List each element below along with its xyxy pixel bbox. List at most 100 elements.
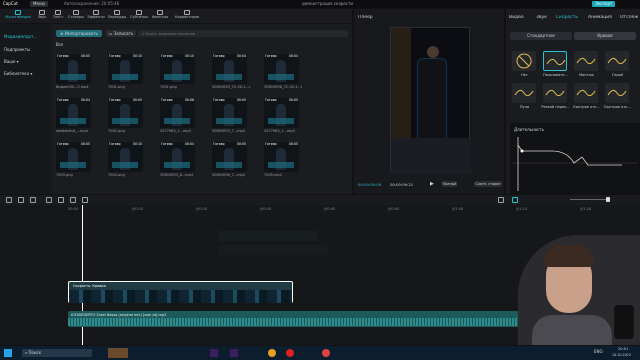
media-thumbnail[interactable]: Готово 00:10 bbox=[108, 54, 143, 84]
taskbar-time[interactable]: 20:01 bbox=[618, 347, 628, 352]
tab-stickers[interactable]: Стикеры bbox=[66, 10, 86, 22]
tab-tracking[interactable]: Отслеж bbox=[620, 15, 638, 21]
speed-preset-3[interactable] bbox=[605, 51, 629, 71]
tab-text[interactable]: Текст bbox=[50, 10, 66, 22]
audio-clip[interactable]: ICESSEDERTO Zvert Bassa (original mix) [… bbox=[68, 311, 528, 327]
after-effects-icon[interactable] bbox=[210, 349, 218, 357]
media-thumbnail[interactable]: Готово 00:10 bbox=[108, 142, 143, 172]
filter-all[interactable]: Все bbox=[56, 42, 63, 48]
inspector-panel: Видео Звук Скорость Анимация Отслеж Стан… bbox=[506, 9, 640, 194]
media-thumbnail[interactable]: Готово 00:04 bbox=[56, 98, 91, 128]
speed-preset-2[interactable] bbox=[574, 51, 598, 71]
zoom-slider[interactable] bbox=[570, 199, 610, 200]
speed-preset-4[interactable] bbox=[512, 83, 536, 103]
media-duration: 00:06 bbox=[184, 98, 194, 102]
speed-preset-6[interactable] bbox=[574, 83, 598, 103]
magnet-icon[interactable] bbox=[498, 197, 504, 203]
tab-filters[interactable]: Фильтры bbox=[150, 10, 170, 22]
media-sidebar: Медиаимпорт... Подпроекты Ваше ▾ Библиот… bbox=[0, 24, 52, 194]
tab-sound[interactable]: Звук bbox=[536, 15, 547, 21]
sidebar-item-import[interactable]: Медиаимпорт... bbox=[4, 34, 48, 40]
audio-waveform bbox=[68, 318, 528, 326]
record-button[interactable]: ▭ Записать bbox=[106, 30, 136, 37]
title-bar: CapCut Меню Автосохранение: 20:05:46 дем… bbox=[0, 0, 640, 8]
tab-media[interactable]: Мультимедиа bbox=[2, 10, 34, 22]
media-thumbnail[interactable]: Готово 00:04 bbox=[160, 142, 195, 172]
media-thumbnail[interactable]: Готово 00:05 bbox=[212, 98, 247, 128]
split-left-icon[interactable] bbox=[58, 197, 64, 203]
tab-video[interactable]: Видео bbox=[509, 15, 524, 21]
curve-editor[interactable]: Длительность bbox=[510, 123, 640, 194]
speed-preset-5[interactable] bbox=[543, 83, 567, 103]
media-thumbnail[interactable]: Готово 00:05 bbox=[212, 142, 247, 172]
menu-button[interactable]: Меню bbox=[30, 1, 48, 7]
taskbar-weather-icon[interactable] bbox=[108, 348, 128, 358]
media-thumbnail[interactable]: Готово 00:05 bbox=[264, 98, 299, 128]
windows-start-icon[interactable] bbox=[4, 349, 12, 357]
sidebar-item-yours[interactable]: Ваше ▾ bbox=[4, 59, 48, 65]
speed-preset-1[interactable] bbox=[543, 51, 567, 71]
speed-preset-0[interactable] bbox=[512, 51, 536, 71]
tab-adjust[interactable]: Корректиров bbox=[170, 10, 204, 22]
video-preview[interactable] bbox=[390, 27, 471, 174]
media-filename: 30603096_7C-00-1...mp4 bbox=[264, 85, 302, 89]
yandex-icon[interactable] bbox=[286, 349, 294, 357]
ready-badge: Готово bbox=[265, 98, 277, 102]
media-thumbnail[interactable]: Готово 00:06 bbox=[160, 98, 195, 128]
speed-preset-7[interactable] bbox=[605, 83, 629, 103]
media-panel: ⊕ Импортировать ▭ Записать ⌕ Поиск медиа… bbox=[52, 24, 352, 194]
taskbar-lang[interactable]: ENG bbox=[594, 349, 603, 355]
tab-effects[interactable]: Эффекты bbox=[86, 10, 106, 22]
taskbar-search[interactable]: ⌕ Поиск bbox=[22, 349, 92, 357]
speed-preset-label: Пользовате... bbox=[543, 73, 568, 77]
taskbar-date[interactable]: 10.10.2023 bbox=[612, 353, 631, 358]
search-input[interactable]: ⌕ Поиск медиаматериалов bbox=[138, 30, 348, 37]
subtab-standard[interactable]: Стандартное bbox=[510, 32, 572, 40]
speed-preset-curve-icon bbox=[516, 53, 532, 69]
zoom-handle[interactable] bbox=[606, 197, 610, 202]
full-quality-button[interactable]: Полный bbox=[442, 181, 457, 187]
media-thumbnail[interactable]: Готово 00:05 bbox=[108, 98, 143, 128]
media-filename: 30603093_7C-00-1...mp4 bbox=[212, 85, 250, 89]
redo-icon[interactable] bbox=[30, 197, 36, 203]
thumbnail-glow bbox=[216, 162, 242, 168]
import-button[interactable]: ⊕ Импортировать bbox=[56, 30, 102, 37]
ready-badge: Готово bbox=[213, 54, 225, 58]
premiere-icon[interactable] bbox=[230, 349, 238, 357]
undo-icon[interactable] bbox=[18, 197, 24, 203]
youtube-icon[interactable] bbox=[322, 349, 330, 357]
media-filename: Видео000...0.mp4 bbox=[56, 85, 89, 89]
play-icon[interactable]: ▶ bbox=[430, 181, 438, 187]
split-right-icon[interactable] bbox=[70, 197, 76, 203]
link-icon[interactable] bbox=[512, 197, 518, 203]
media-thumbnail[interactable]: Готово 00:05 bbox=[56, 54, 91, 84]
tab-transitions[interactable]: Переходы bbox=[106, 10, 128, 22]
media-thumbnail[interactable]: Готово 00:04 bbox=[264, 54, 299, 84]
media-thumbnail[interactable]: Готово 00:05 bbox=[264, 142, 299, 172]
delete-icon[interactable] bbox=[82, 197, 88, 203]
split-icon[interactable] bbox=[46, 197, 52, 203]
media-duration: 00:05 bbox=[236, 142, 246, 146]
aspect-ratio-button[interactable]: Соотн. сторон bbox=[474, 181, 502, 187]
media-duration: 00:10 bbox=[132, 54, 142, 58]
sidebar-item-library[interactable]: Библиотека ▾ bbox=[4, 71, 48, 77]
thumbnail-glow bbox=[164, 74, 190, 80]
media-thumbnail[interactable]: Готово 00:04 bbox=[212, 54, 247, 84]
tab-speed[interactable]: Скорость bbox=[556, 15, 578, 21]
export-button[interactable]: Экспорт bbox=[592, 1, 616, 7]
sidebar-item-subprojects[interactable]: Подпроекты bbox=[4, 47, 30, 53]
subtab-curve[interactable]: Кривая bbox=[574, 32, 636, 40]
tab-subtitles[interactable]: Субтитры bbox=[128, 10, 150, 22]
media-thumbnail[interactable]: Готово 00:05 bbox=[56, 142, 91, 172]
media-thumbnail[interactable]: Готово 00:10 bbox=[160, 54, 195, 84]
ready-badge: Готово bbox=[161, 54, 173, 58]
chrome-icon[interactable] bbox=[268, 349, 276, 357]
ruler-tick: |01:20 bbox=[580, 207, 592, 211]
speed-curve-graph[interactable] bbox=[512, 137, 638, 191]
tab-animation[interactable]: Анимация bbox=[588, 15, 612, 21]
speed-preset-label: Герой bbox=[612, 73, 623, 77]
select-tool-icon[interactable] bbox=[6, 197, 12, 203]
video-clip[interactable]: Скорость: Кривая bbox=[68, 281, 293, 303]
tab-audio[interactable]: Звук bbox=[34, 10, 50, 22]
timeline-ruler[interactable]: 00:00 |00:10 |00:20 |00:30 |00:40 |00:50 |01:0… bbox=[68, 205, 640, 213]
